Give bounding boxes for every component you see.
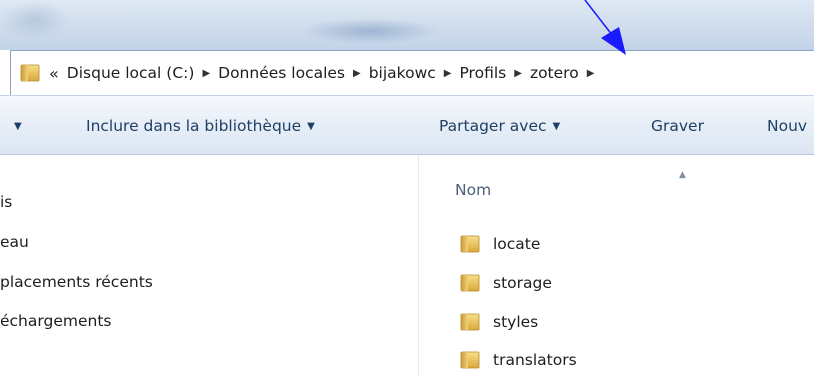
organize-dropdown-caret-icon[interactable]: ▼ (14, 117, 22, 135)
new-folder-label: Nouv (767, 117, 808, 135)
folder-icon (459, 273, 481, 293)
file-name: translators (493, 351, 577, 369)
command-toolbar: ▼ Inclure dans la bibliothèque ▼ Partager… (0, 95, 814, 155)
breadcrumb-disque-local[interactable]: Disque local (C:) (67, 64, 195, 82)
breadcrumb-bijakowc[interactable]: bijakowc (369, 64, 436, 82)
share-with-button[interactable]: Partager avec ▼ (439, 117, 560, 135)
file-list-pane: ▲ Nom locate storage styles translators (419, 155, 814, 376)
title-bar-glow (0, 0, 70, 40)
file-name: styles (493, 313, 539, 331)
chevron-down-icon: ▼ (552, 121, 561, 132)
breadcrumb-separator-icon[interactable]: ▶ (587, 68, 595, 79)
include-in-library-button[interactable]: Inclure dans la bibliothèque ▼ (86, 117, 315, 135)
nav-item-favoris[interactable]: is (0, 193, 12, 211)
file-name: storage (493, 274, 552, 292)
share-with-label: Partager avec (439, 117, 547, 135)
burn-label: Graver (651, 117, 704, 135)
folder-icon (459, 312, 481, 332)
nav-item-bureau[interactable]: eau (0, 233, 29, 251)
list-item[interactable]: translators (459, 348, 577, 372)
breadcrumb-donnees-locales[interactable]: Données locales (218, 64, 345, 82)
list-item[interactable]: locate (459, 232, 540, 256)
burn-button[interactable]: Graver (651, 117, 704, 135)
breadcrumb-separator-icon[interactable]: ▶ (514, 68, 522, 79)
list-item[interactable]: styles (459, 310, 538, 334)
address-bar[interactable]: « Disque local (C:) ▶ Données locales ▶ … (10, 50, 814, 95)
column-header-name[interactable]: Nom (455, 181, 491, 199)
breadcrumb-separator-icon[interactable]: ▶ (202, 68, 210, 79)
navigation-pane: is eau placements récents échargements (0, 155, 419, 376)
file-name: locate (493, 235, 541, 253)
breadcrumb-separator-icon[interactable]: ▶ (353, 68, 361, 79)
nav-item-emplacements-recents[interactable]: placements récents (0, 273, 153, 291)
nav-item-telechargements[interactable]: échargements (0, 312, 111, 330)
new-folder-button[interactable]: Nouv (767, 117, 807, 135)
window-title-bar (0, 0, 814, 50)
folder-icon (459, 350, 481, 370)
breadcrumb-zotero[interactable]: zotero (530, 64, 579, 82)
folder-icon (459, 234, 481, 254)
folder-icon (19, 63, 41, 83)
list-item[interactable]: storage (459, 271, 552, 295)
sort-ascending-icon: ▲ (679, 170, 686, 180)
chevron-down-icon: ▼ (307, 121, 315, 132)
title-bar-glow (300, 18, 440, 44)
include-in-library-label: Inclure dans la bibliothèque (86, 117, 302, 135)
overflow-chevron-icon[interactable]: « (49, 64, 59, 83)
breadcrumb-profils[interactable]: Profils (459, 64, 506, 82)
breadcrumb-separator-icon[interactable]: ▶ (444, 68, 452, 79)
